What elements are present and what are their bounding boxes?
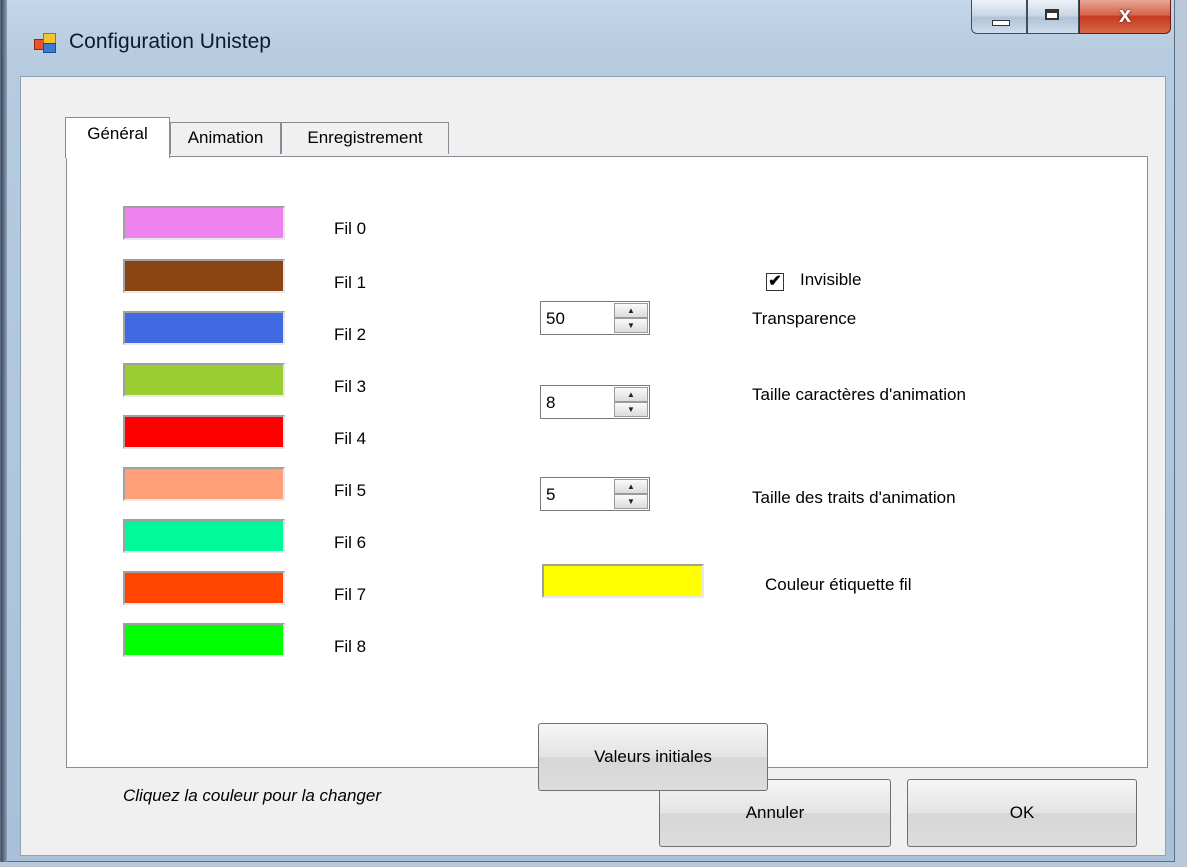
dialog-window: Configuration Unistep x Général Animatio… [0,0,1175,862]
color-swatch-fil-5[interactable] [123,467,285,501]
invisible-label[interactable]: Invisible [800,270,861,290]
label-color-label: Couleur étiquette fil [765,575,912,594]
transparence-stepper[interactable]: 50 ▲ ▼ [540,301,650,335]
title-bar[interactable]: Configuration Unistep x [1,0,1174,76]
fil-label-5: Fil 5 [334,481,367,500]
color-swatch-fil-1[interactable] [123,259,285,293]
app-icon [34,33,56,53]
reset-defaults-button[interactable]: Valeurs initiales [538,723,768,791]
color-swatch-fil-3[interactable] [123,363,285,397]
stroke-size-stepper[interactable]: 5 ▲ ▼ [540,477,650,511]
close-button[interactable]: x [1079,0,1171,34]
color-swatch-fil-6[interactable] [123,519,285,553]
color-hint-text: Cliquez la couleur pour la changer [123,786,381,805]
fil-label-6: Fil 6 [334,533,367,552]
stroke-size-down-arrow-icon[interactable]: ▼ [614,494,648,509]
dialog-client-area: Général Animation Enregistrement Fil 0 F… [20,76,1166,856]
transparence-down-arrow-icon[interactable]: ▼ [614,318,648,333]
minimize-button[interactable] [971,0,1027,34]
label-color-swatch[interactable] [542,564,704,598]
transparence-label: Transparence [752,309,857,328]
ok-button[interactable]: OK [907,779,1137,847]
color-swatch-fil-8[interactable] [123,623,285,657]
color-swatch-fil-4[interactable] [123,415,285,449]
char-size-down-arrow-icon[interactable]: ▼ [614,402,648,417]
fil-label-7: Fil 7 [334,585,367,604]
window-left-edge [1,0,7,862]
char-size-stepper[interactable]: 8 ▲ ▼ [540,385,650,419]
tab-animation[interactable]: Animation [170,122,281,154]
tab-general[interactable]: Général [65,117,170,158]
close-icon: x [1118,2,1132,27]
char-size-value[interactable]: 8 [546,393,555,413]
color-swatch-fil-7[interactable] [123,571,285,605]
color-swatch-fil-2[interactable] [123,311,285,345]
fil-label-3: Fil 3 [334,377,367,396]
tab-panel-general: Fil 0 Fil 1 Fil 2 Fil 3 Fil 4 Fil 5 Fil … [66,156,1148,805]
minimize-icon [992,20,1010,26]
transparence-up-arrow-icon[interactable]: ▲ [614,303,648,318]
fil-label-2: Fil 2 [334,325,367,344]
maximize-icon [1045,9,1059,20]
stroke-size-label: Taille des traits d'animation [752,488,956,507]
stroke-size-value[interactable]: 5 [546,485,555,505]
fil-label-1: Fil 1 [334,273,367,292]
window-title: Configuration Unistep [69,30,271,53]
char-size-up-arrow-icon[interactable]: ▲ [614,387,648,402]
fil-label-8: Fil 8 [334,637,367,656]
color-swatch-fil-0[interactable] [123,206,285,240]
transparence-value[interactable]: 50 [546,309,565,329]
invisible-checkbox[interactable]: ✔ [766,273,784,291]
tab-enregistrement[interactable]: Enregistrement [281,122,449,154]
fil-label-4: Fil 4 [334,429,367,448]
maximize-button[interactable] [1027,0,1079,34]
stroke-size-up-arrow-icon[interactable]: ▲ [614,479,648,494]
fil-label-0: Fil 0 [334,219,367,238]
char-size-label: Taille caractères d'animation [752,385,966,404]
